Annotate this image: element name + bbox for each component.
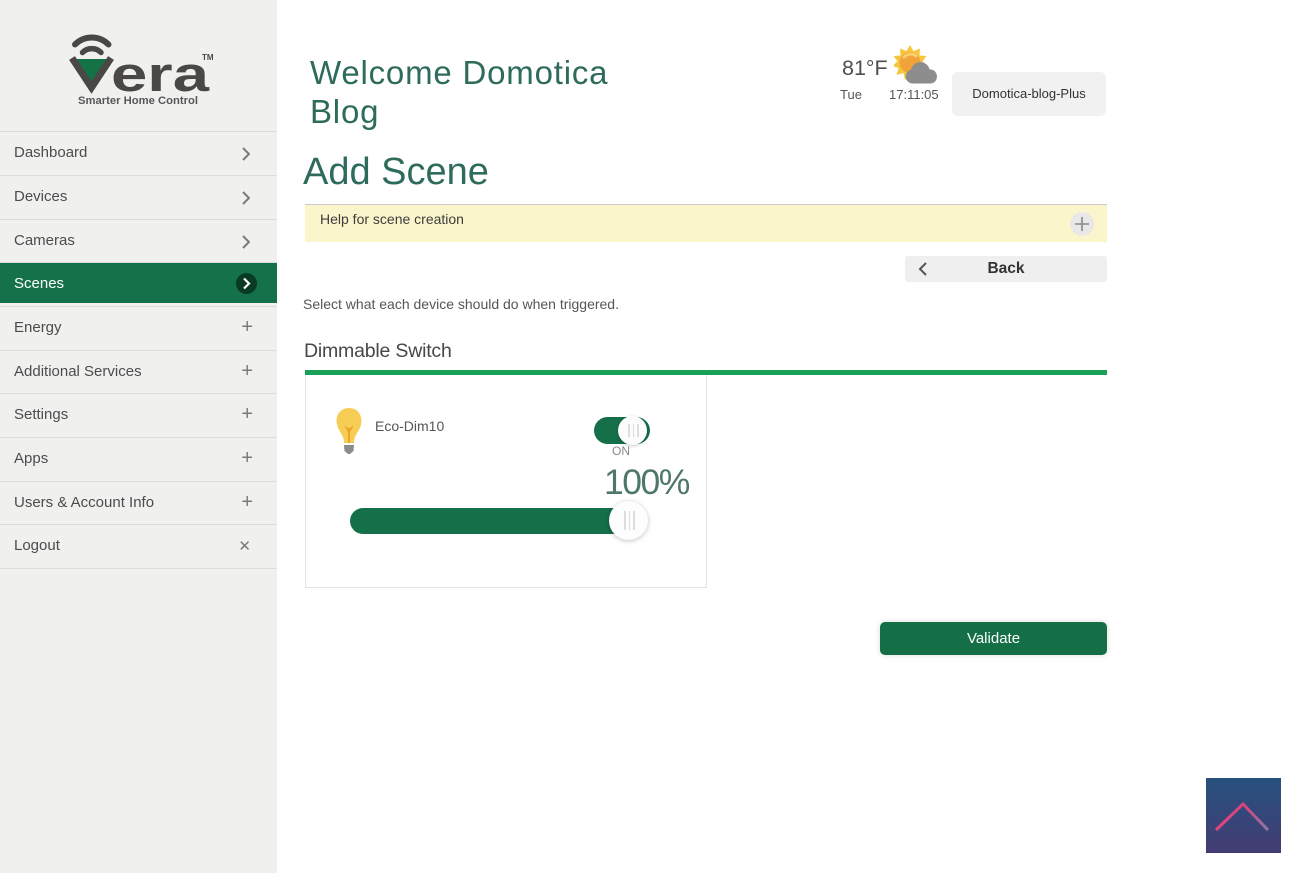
svg-text:TM: TM: [202, 53, 214, 62]
svg-text:era: era: [111, 48, 210, 102]
svg-text:Smarter Home Control: Smarter Home Control: [78, 95, 198, 107]
